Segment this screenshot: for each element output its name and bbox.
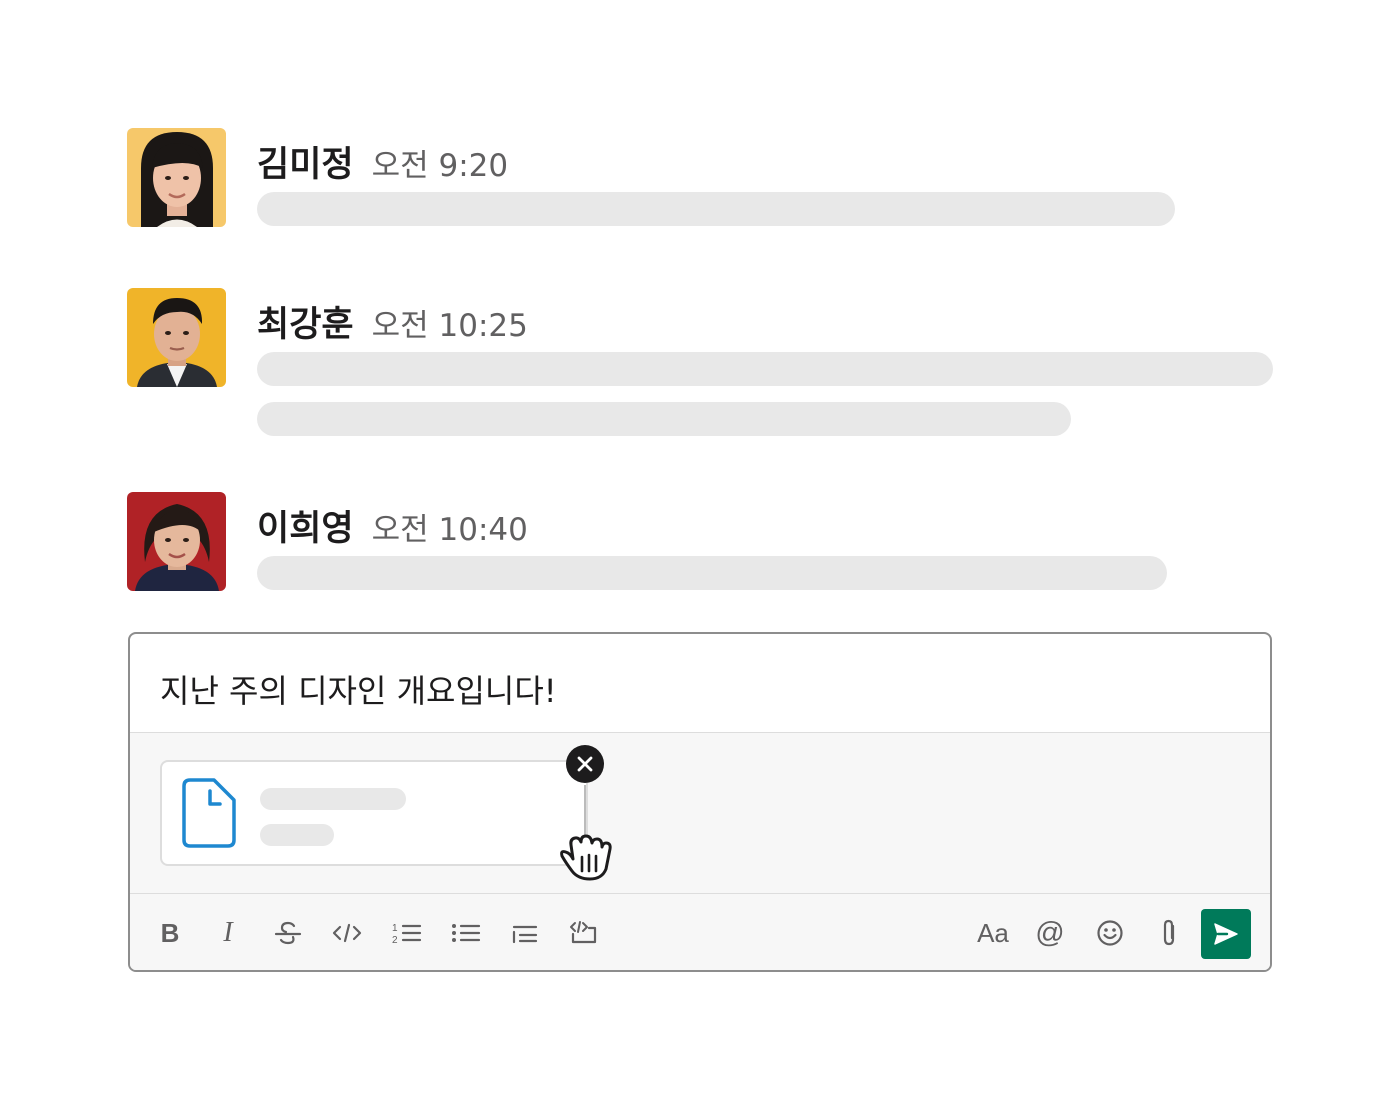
mention-icon: @ — [1035, 916, 1065, 949]
message-item: 김미정 오전 9:20 — [127, 128, 1277, 238]
code-block-icon — [570, 921, 597, 944]
sender-name[interactable]: 김미정 — [257, 136, 354, 187]
avatar[interactable] — [127, 288, 226, 387]
code-button[interactable] — [329, 915, 365, 951]
grab-hand-cursor — [560, 834, 612, 881]
formatting-toolbar: B I 1 2 Aa @ — [130, 894, 1270, 970]
bold-button[interactable]: B — [152, 915, 188, 951]
send-icon — [1214, 923, 1238, 945]
sender-name[interactable]: 이희영 — [257, 500, 354, 551]
send-button[interactable] — [1201, 909, 1251, 959]
svg-text:2: 2 — [392, 935, 398, 945]
timestamp[interactable]: 오전 9:20 — [372, 140, 509, 185]
attach-button[interactable] — [1151, 915, 1187, 951]
close-icon — [577, 756, 593, 772]
message-item: 최강훈 오전 10:25 — [127, 288, 1277, 438]
message-text-placeholder — [257, 402, 1071, 436]
bullet-list-button[interactable] — [448, 915, 484, 951]
italic-button[interactable]: I — [210, 915, 246, 951]
timestamp[interactable]: 오전 10:25 — [372, 300, 528, 345]
ordered-list-icon: 1 2 — [392, 923, 422, 945]
avatar[interactable] — [127, 492, 226, 591]
ordered-list-button[interactable]: 1 2 — [389, 915, 425, 951]
bullet-list-icon — [452, 924, 481, 942]
file-name-placeholder — [260, 788, 406, 810]
document-icon — [182, 778, 236, 848]
remove-attachment-button[interactable] — [566, 745, 604, 783]
svg-text:1: 1 — [392, 923, 398, 934]
blockquote-button[interactable] — [507, 915, 543, 951]
blockquote-icon — [512, 925, 538, 944]
file-type-placeholder — [260, 824, 334, 846]
sender-name[interactable]: 최강훈 — [257, 296, 354, 347]
message-text-placeholder — [257, 556, 1167, 590]
bold-icon: B — [160, 917, 180, 948]
format-text-icon: Aa — [977, 917, 1009, 948]
message-item: 이희영 오전 10:40 — [127, 492, 1277, 602]
message-input[interactable]: 지난 주의 디자인 개요입니다! — [160, 666, 557, 712]
strikethrough-icon — [274, 921, 302, 945]
attach-icon — [1163, 919, 1175, 946]
code-block-button[interactable] — [566, 915, 602, 951]
format-text-button[interactable]: Aa — [973, 915, 1013, 951]
mention-button[interactable]: @ — [1032, 915, 1068, 951]
code-icon — [332, 923, 362, 943]
message-composer: 지난 주의 디자인 개요입니다! B I 1 2 Aa @ — [128, 632, 1272, 972]
avatar-image — [127, 288, 226, 387]
avatar-image — [127, 128, 226, 227]
attachment-area — [130, 732, 1270, 894]
message-text-placeholder — [257, 192, 1175, 226]
timestamp[interactable]: 오전 10:40 — [372, 504, 528, 549]
emoji-icon — [1097, 920, 1123, 946]
italic-icon: I — [223, 917, 233, 948]
message-text-placeholder — [257, 352, 1273, 386]
emoji-button[interactable] — [1092, 915, 1128, 951]
avatar-image — [127, 492, 226, 591]
avatar[interactable] — [127, 128, 226, 227]
strikethrough-button[interactable] — [270, 915, 306, 951]
file-attachment[interactable] — [160, 760, 588, 866]
